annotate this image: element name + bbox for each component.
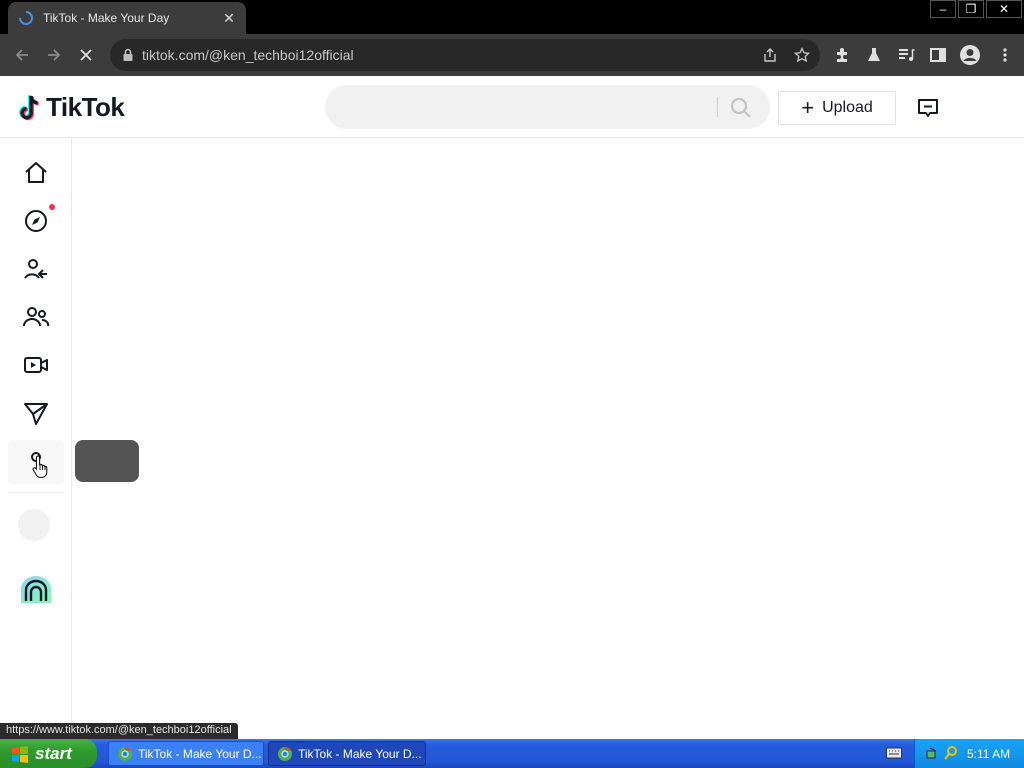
nav-following[interactable]: [8, 247, 64, 291]
minimize-icon[interactable]: –: [930, 0, 956, 18]
chrome-icon: [118, 746, 132, 761]
upload-label: Upload: [822, 99, 873, 116]
nav-messages[interactable]: [8, 391, 64, 435]
taskbar-task-1[interactable]: TikTok - Make Your D...: [108, 741, 264, 766]
nav-home[interactable]: [8, 151, 64, 195]
nav-explore[interactable]: [8, 199, 64, 243]
link-status-bubble: https://www.tiktok.com/@ken_techboi12off…: [0, 723, 238, 739]
labs-flask-icon[interactable]: [865, 46, 883, 64]
plus-icon: +: [801, 95, 815, 120]
window-controls: – ❐ ✕: [928, 0, 1022, 18]
share-icon[interactable]: [762, 47, 778, 63]
start-label: start: [35, 743, 72, 763]
logo-wordmark: TikTok: [46, 92, 125, 122]
forward-icon[interactable]: [42, 43, 66, 67]
windows-taskbar: start TikTok - Make Your D... TikTok - M…: [0, 739, 1024, 768]
lock-icon: [123, 48, 133, 61]
search-input[interactable]: [341, 95, 711, 119]
live-icon: [24, 357, 48, 373]
search-tray-icon[interactable]: [943, 745, 959, 761]
left-nav-sidebar: [0, 138, 72, 728]
effect-house-icon[interactable]: [19, 575, 53, 607]
loading-icon: [18, 10, 34, 26]
tiktok-note-icon: [19, 94, 39, 120]
close-tab-icon[interactable]: ✕: [222, 11, 236, 25]
menu-kebab-icon[interactable]: [996, 46, 1014, 64]
following-icon: [24, 259, 47, 279]
media-queue-icon[interactable]: [897, 46, 915, 64]
avatar[interactable]: [18, 509, 50, 541]
chrome-icon: [278, 746, 292, 761]
messages-icon: [24, 403, 48, 425]
tab-title: TikTok - Make Your Day: [43, 11, 170, 25]
taskbar-task-2[interactable]: TikTok - Make Your D...: [268, 741, 426, 766]
explore-icon: [25, 210, 47, 232]
browser-toolbar: tiktok.com/@ken_techboi12official: [0, 34, 1024, 76]
tiktok-logo[interactable]: TikTok: [16, 92, 125, 123]
nav-friends[interactable]: [8, 295, 64, 339]
profile-avatar-icon[interactable]: [959, 44, 981, 66]
clock: 5:11 AM: [967, 747, 1011, 761]
screen: TikTok - Make Your Day ✕ – ❐ ✕ tiktok.co…: [0, 0, 1024, 768]
search-divider: [717, 97, 718, 117]
browser-tab[interactable]: TikTok - Make Your Day ✕: [8, 2, 246, 34]
windows-flag-icon: [12, 745, 28, 763]
bookmark-star-icon[interactable]: [794, 47, 810, 63]
hand-cursor-icon: [32, 455, 48, 478]
url-text: tiktok.com/@ken_techboi12official: [142, 47, 354, 63]
back-icon[interactable]: [10, 43, 34, 67]
friends-icon: [23, 307, 50, 327]
start-button[interactable]: start: [0, 739, 97, 768]
search-icon[interactable]: [729, 96, 753, 120]
task-label: TikTok - Make Your D...: [298, 746, 422, 761]
network-icon[interactable]: [925, 745, 941, 761]
side-panel-icon[interactable]: [929, 46, 947, 64]
extensions-icon[interactable]: [833, 46, 851, 64]
tooltip: [75, 440, 139, 482]
address-bar[interactable]: tiktok.com/@ken_techboi12official: [110, 39, 820, 71]
home-icon: [25, 162, 47, 183]
nav-live[interactable]: [8, 343, 64, 387]
tiktok-header: TikTok + Upload: [0, 76, 1024, 138]
task-label: TikTok - Make Your D...: [138, 746, 262, 761]
restore-icon[interactable]: ❐: [958, 0, 984, 18]
upload-button[interactable]: + Upload: [778, 91, 896, 125]
sidebar-divider: [8, 492, 64, 493]
search-bar: [325, 85, 770, 129]
browser-tab-strip: TikTok - Make Your Day ✕ – ❐ ✕: [0, 0, 1024, 34]
notification-dot: [49, 204, 55, 210]
window-close-icon[interactable]: ✕: [986, 0, 1022, 18]
stop-loading-icon[interactable]: [74, 43, 98, 67]
keyboard-icon[interactable]: [886, 747, 902, 759]
system-tray: 5:11 AM: [914, 739, 1024, 768]
inbox-icon[interactable]: [916, 96, 940, 120]
